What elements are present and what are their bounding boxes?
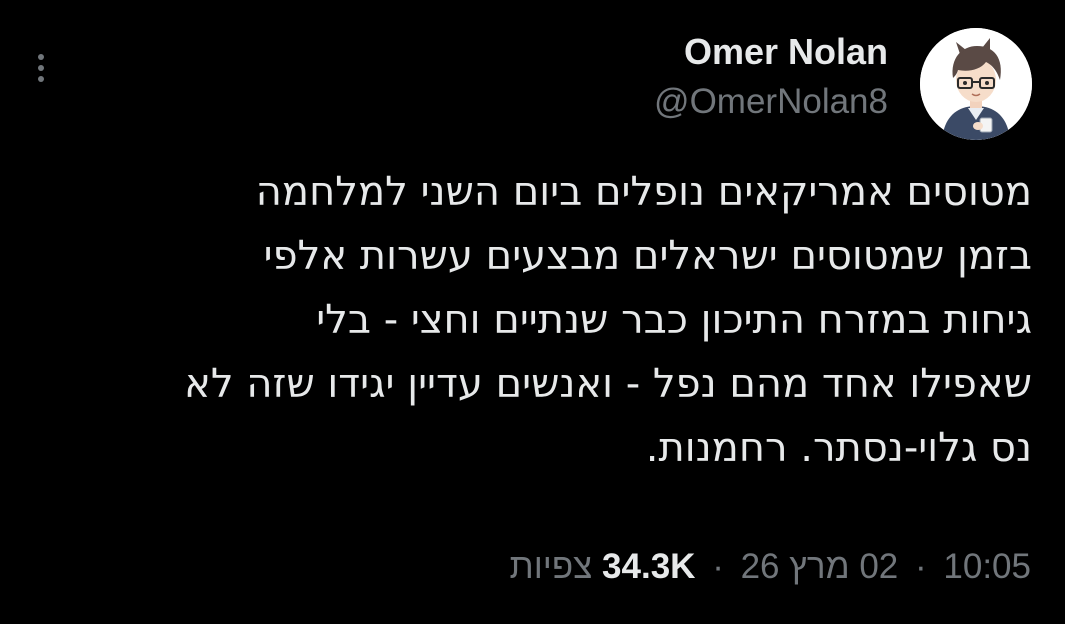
views-count[interactable]: 34.3K — [602, 547, 695, 586]
author-display-name[interactable]: Omer Nolan — [654, 30, 888, 74]
tweet-meta: 10:05 · 02 מרץ 26 · 34.3K צפיות — [510, 545, 1031, 589]
avatar[interactable] — [920, 28, 1032, 140]
tweet-text-line: שאפילו אחד מהם נפל - ואנשים עדיין יגידו … — [184, 361, 1032, 407]
tweet-text: מטוסים אמריקאים נופלים ביום השני למלחמה … — [10, 160, 1032, 480]
tweet-text-line: נס גלוי-נסתר. רחמנות. — [645, 425, 1032, 471]
more-vertical-icon — [38, 54, 44, 60]
tweet-time[interactable]: 10:05 — [943, 547, 1031, 586]
more-vertical-icon-dot — [38, 65, 44, 71]
more-options-button[interactable] — [26, 48, 56, 88]
tweet-date[interactable]: 02 מרץ 26 — [741, 547, 899, 586]
more-vertical-icon-dot — [38, 76, 44, 82]
tweet-card: Omer Nolan @OmerNolan8 מטוסים אמריקאים נ… — [0, 0, 1065, 624]
meta-separator: · — [712, 547, 724, 586]
views-label: צפיות — [509, 547, 593, 586]
author-info[interactable]: Omer Nolan @OmerNolan8 — [654, 30, 888, 124]
tweet-text-line: מטוסים אמריקאים נופלים ביום השני למלחמה — [255, 169, 1032, 215]
tweet-text-line: בזמן שמטוסים ישראלים מבצעים עשרות אלפי — [263, 233, 1032, 279]
tweet-text-line: גיחות במזרח התיכון כבר שנתיים וחצי - בלי — [316, 297, 1032, 343]
user-avatar-illustration-icon — [920, 28, 1032, 140]
meta-separator: · — [915, 547, 927, 586]
author-handle[interactable]: @OmerNolan8 — [654, 80, 888, 124]
